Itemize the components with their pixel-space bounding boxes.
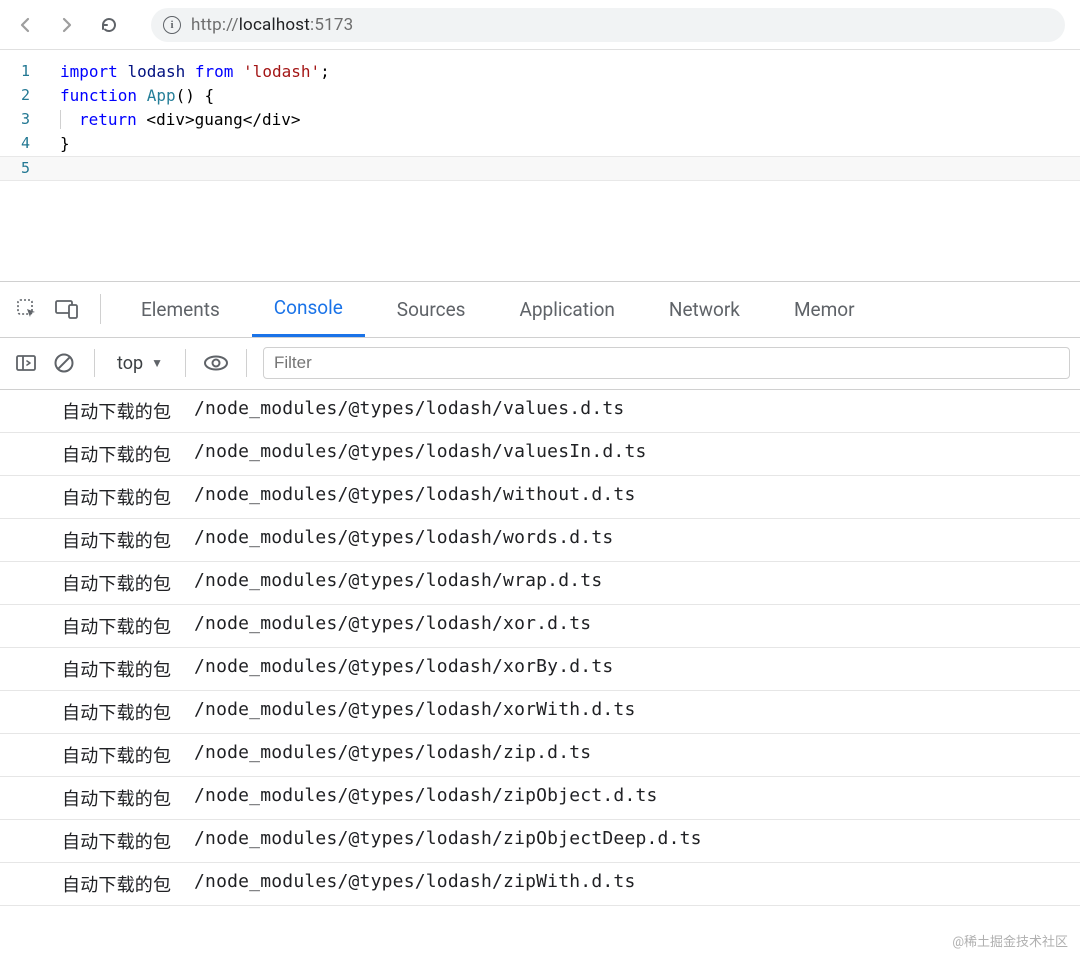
line-number: 3	[0, 108, 60, 132]
line-number: 5	[0, 157, 60, 180]
code-editor[interactable]: 1 import lodash from 'lodash'; 2 functio…	[0, 50, 1080, 201]
message-path: /node_modules/@types/lodash/zipObject.d.…	[194, 785, 658, 811]
code-line: 3 return <div>guang</div>	[0, 108, 1080, 132]
code-content: function App() {	[60, 84, 214, 108]
line-number: 4	[0, 132, 60, 156]
code-content: }	[60, 132, 70, 156]
message-path: /node_modules/@types/lodash/zipObjectDee…	[194, 828, 702, 854]
message-path: /node_modules/@types/lodash/xor.d.ts	[194, 613, 591, 639]
devtools-panel: Elements Console Sources Application Net…	[0, 281, 1080, 906]
tab-sources[interactable]: Sources	[375, 281, 488, 337]
execution-context-selector[interactable]: top ▼	[111, 353, 169, 374]
browser-toolbar: i http://localhost:5173	[0, 0, 1080, 50]
code-line: 2 function App() {	[0, 84, 1080, 108]
reload-button[interactable]	[99, 15, 123, 35]
divider	[246, 349, 247, 377]
url-text: http://localhost:5173	[191, 15, 353, 35]
clear-console-icon[interactable]	[50, 349, 78, 377]
message-path: /node_modules/@types/lodash/values.d.ts	[194, 398, 624, 424]
device-toggle-icon[interactable]	[52, 294, 82, 324]
devtools-tabs: Elements Console Sources Application Net…	[0, 282, 1080, 338]
message-prefix: 自动下载的包	[62, 570, 180, 596]
console-toolbar: top ▼	[0, 338, 1080, 390]
filter-input[interactable]	[263, 347, 1070, 379]
message-prefix: 自动下载的包	[62, 828, 180, 854]
tab-console[interactable]: Console	[252, 281, 365, 337]
watermark: @稀土掘金技术社区	[952, 931, 1068, 950]
message-prefix: 自动下载的包	[62, 699, 180, 725]
message-prefix: 自动下载的包	[62, 484, 180, 510]
site-info-icon[interactable]: i	[163, 16, 181, 34]
message-prefix: 自动下载的包	[62, 742, 180, 768]
forward-button[interactable]	[57, 15, 81, 35]
console-message[interactable]: 自动下载的包/node_modules/@types/lodash/xorWit…	[0, 691, 1080, 734]
message-path: /node_modules/@types/lodash/xorWith.d.ts	[194, 699, 635, 725]
tab-memory[interactable]: Memor	[772, 281, 877, 337]
console-output: 自动下载的包/node_modules/@types/lodash/values…	[0, 390, 1080, 906]
divider	[94, 349, 95, 377]
console-message[interactable]: 自动下载的包/node_modules/@types/lodash/zipObj…	[0, 820, 1080, 863]
inspect-icon[interactable]	[12, 294, 42, 324]
context-label: top	[117, 353, 143, 374]
tab-elements[interactable]: Elements	[119, 281, 242, 337]
console-message[interactable]: 自动下载的包/node_modules/@types/lodash/wrap.d…	[0, 562, 1080, 605]
console-message[interactable]: 自动下载的包/node_modules/@types/lodash/values…	[0, 390, 1080, 433]
console-message[interactable]: 自动下载的包/node_modules/@types/lodash/xorBy.…	[0, 648, 1080, 691]
divider	[185, 349, 186, 377]
message-prefix: 自动下载的包	[62, 785, 180, 811]
tab-application[interactable]: Application	[497, 281, 636, 337]
message-prefix: 自动下载的包	[62, 527, 180, 553]
console-message[interactable]: 自动下载的包/node_modules/@types/lodash/words.…	[0, 519, 1080, 562]
console-message[interactable]: 自动下载的包/node_modules/@types/lodash/zip.d.…	[0, 734, 1080, 777]
code-line: 1 import lodash from 'lodash';	[0, 60, 1080, 84]
message-prefix: 自动下载的包	[62, 656, 180, 682]
message-path: /node_modules/@types/lodash/zipWith.d.ts	[194, 871, 635, 897]
console-message[interactable]: 自动下载的包/node_modules/@types/lodash/zipObj…	[0, 777, 1080, 820]
line-number: 1	[0, 60, 60, 84]
tab-network[interactable]: Network	[647, 281, 762, 337]
console-sidebar-toggle-icon[interactable]	[12, 349, 40, 377]
message-path: /node_modules/@types/lodash/wrap.d.ts	[194, 570, 602, 596]
code-content: return <div>guang</div>	[60, 108, 301, 132]
console-message[interactable]: 自动下载的包/node_modules/@types/lodash/values…	[0, 433, 1080, 476]
message-prefix: 自动下载的包	[62, 441, 180, 467]
message-path: /node_modules/@types/lodash/without.d.ts	[194, 484, 635, 510]
message-path: /node_modules/@types/lodash/words.d.ts	[194, 527, 613, 553]
console-message[interactable]: 自动下载的包/node_modules/@types/lodash/zipWit…	[0, 863, 1080, 906]
code-line: 4 }	[0, 132, 1080, 156]
message-path: /node_modules/@types/lodash/zip.d.ts	[194, 742, 591, 768]
code-content: import lodash from 'lodash';	[60, 60, 330, 84]
message-path: /node_modules/@types/lodash/xorBy.d.ts	[194, 656, 613, 682]
url-bar[interactable]: i http://localhost:5173	[151, 8, 1065, 42]
back-button[interactable]	[15, 15, 39, 35]
message-prefix: 自动下载的包	[62, 871, 180, 897]
chevron-down-icon: ▼	[151, 356, 163, 370]
message-prefix: 自动下载的包	[62, 398, 180, 424]
line-number: 2	[0, 84, 60, 108]
code-line-active: 5	[0, 156, 1080, 181]
message-prefix: 自动下载的包	[62, 613, 180, 639]
console-message[interactable]: 自动下载的包/node_modules/@types/lodash/xor.d.…	[0, 605, 1080, 648]
divider	[100, 294, 101, 324]
message-path: /node_modules/@types/lodash/valuesIn.d.t…	[194, 441, 647, 467]
console-message[interactable]: 自动下载的包/node_modules/@types/lodash/withou…	[0, 476, 1080, 519]
live-expression-icon[interactable]	[202, 349, 230, 377]
